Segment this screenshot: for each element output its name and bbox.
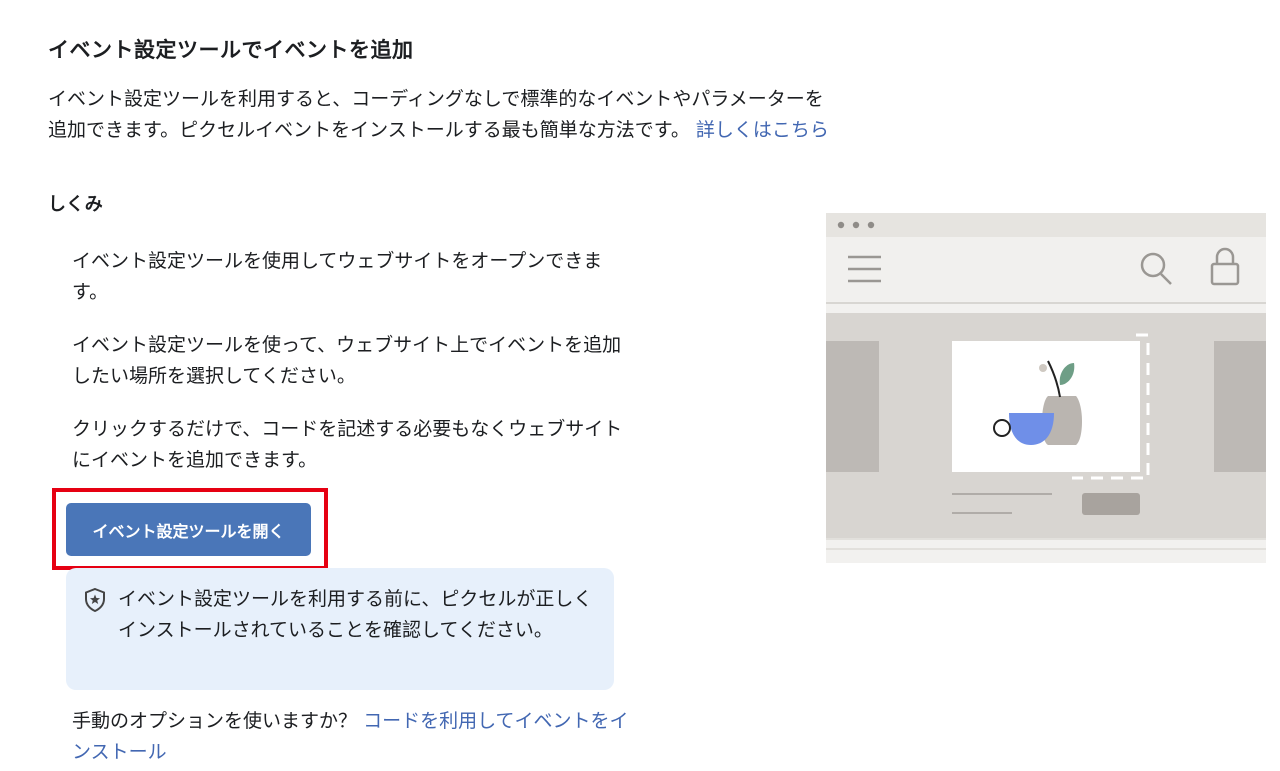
learn-more-link[interactable]: 詳しくはこちら	[696, 119, 829, 141]
step-3: クリックするだけで、コードを記述する必要もなくウェブサイトにイベントを追加できま…	[72, 418, 623, 471]
open-event-setup-tool-button[interactable]: イベント設定ツールを開く	[66, 503, 311, 556]
notice-text: イベント設定ツールを利用する前に、ピクセルが正しくインストールされていることを確…	[118, 588, 593, 641]
manual-option: 手動のオプションを使いますか？ コードを利用してイベントをインストール	[72, 706, 642, 768]
website-illustration	[826, 213, 1266, 563]
window-dot	[837, 221, 845, 229]
manual-question: 手動のオプションを使いますか？	[72, 710, 358, 732]
intro-line-2: 追加できます。ピクセルイベントをインストールする最も簡単な方法です。	[48, 119, 690, 141]
shield-star-icon	[85, 588, 105, 612]
info-notice: イベント設定ツールを利用する前に、ピクセルが正しくインストールされていることを確…	[66, 568, 614, 690]
window-dot	[852, 221, 860, 229]
intro-line-1: イベント設定ツールを利用すると、コーディングなしで標準的なイベントやパラメーター…	[48, 88, 824, 110]
window-dot	[867, 221, 875, 229]
step-2: イベント設定ツールを使って、ウェブサイト上でイベントを追加したい場所を選択してく…	[72, 334, 622, 387]
intro-text: イベント設定ツールを利用すると、コーディングなしで標準的なイベントやパラメーター…	[48, 84, 908, 146]
how-it-works-title: しくみ	[48, 194, 103, 215]
page-title: イベント設定ツールでイベントを追加	[48, 38, 414, 62]
step-1: イベント設定ツールを使用してウェブサイトをオープンできます。	[72, 250, 603, 303]
